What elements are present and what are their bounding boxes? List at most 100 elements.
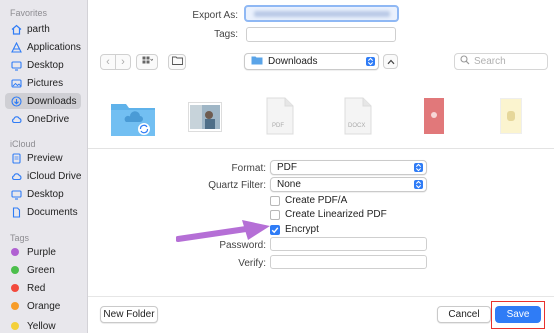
sidebar-item-label: Applications: [27, 41, 81, 53]
sidebar-tag-red[interactable]: Red: [5, 280, 81, 296]
sidebar-item-label: Documents: [27, 206, 78, 218]
sidebar-item-label: Red: [27, 282, 46, 294]
sidebar-item-documents[interactable]: Documents: [5, 204, 81, 220]
verify-field[interactable]: [270, 255, 427, 269]
tags-label: Tags:: [214, 29, 238, 40]
downloads-icon: [11, 95, 22, 107]
sidebar-item-label: Pictures: [27, 77, 64, 89]
view-mode-button[interactable]: [136, 54, 158, 70]
quartz-filter-value: None: [277, 179, 301, 190]
file-item-image[interactable]: [188, 102, 222, 132]
location-label: Downloads: [268, 56, 318, 67]
illustration-icon: [507, 111, 515, 121]
search-icon: [460, 55, 470, 68]
folder-add-icon: [171, 56, 183, 68]
document-icon: [11, 206, 22, 218]
cancel-button[interactable]: Cancel: [437, 306, 491, 323]
sidebar-tag-green[interactable]: Green: [5, 262, 81, 278]
sidebar-item-label: Preview: [27, 152, 63, 164]
sidebar-item-label: Orange: [27, 300, 61, 312]
quartz-filter-popup[interactable]: None: [270, 177, 427, 192]
main-panel: Export As: Tags: ‹ › Downloads Search PD…: [88, 0, 554, 333]
create-pdfa-label: Create PDF/A: [285, 195, 348, 206]
quartz-filter-label: Quartz Filter:: [208, 180, 266, 191]
search-placeholder: Search: [474, 56, 506, 67]
sidebar-item-downloads[interactable]: Downloads: [5, 93, 81, 109]
sidebar-item-preview[interactable]: Preview: [5, 150, 81, 166]
stepper-icon: [414, 180, 423, 189]
desktop-icon: [11, 60, 22, 71]
divider: [88, 148, 554, 149]
sidebar-item-label: OneDrive: [27, 113, 70, 125]
sidebar-item-applications[interactable]: Applications: [5, 39, 81, 55]
format-popup[interactable]: PDF: [270, 160, 427, 175]
encrypt-option[interactable]: Encrypt: [270, 224, 319, 235]
icloud-drive-icon: [11, 171, 22, 182]
sidebar-item-desktop[interactable]: Desktop: [5, 57, 81, 73]
sidebar-item-icloud-desktop[interactable]: Desktop: [5, 186, 81, 202]
sidebar-item-label: Green: [27, 264, 55, 276]
create-linearized-option[interactable]: Create Linearized PDF: [270, 209, 387, 220]
home-icon: [11, 24, 22, 35]
tag-yellow-dot: [11, 322, 19, 330]
nav-buttons: ‹ ›: [100, 54, 131, 70]
collapse-button[interactable]: [383, 54, 398, 69]
sidebar-item-label: parth: [27, 23, 50, 35]
footer-divider: [88, 296, 554, 297]
folder-thumbnail-icon: [111, 104, 155, 136]
save-button[interactable]: Save: [495, 306, 541, 323]
grid-view-icon: [142, 56, 153, 68]
chevron-up-icon: [387, 56, 395, 68]
chevron-left-icon: ‹: [106, 56, 110, 68]
cloud-icon: [11, 114, 22, 125]
blurred-filename: [254, 11, 390, 17]
password-field[interactable]: [270, 237, 427, 251]
file-type-label: PDF: [272, 123, 284, 129]
sidebar: Favorites parth Applications Desktop Pic…: [0, 0, 88, 333]
save-dialog: { "sidebar": { "favorites_header": "Favo…: [0, 0, 554, 333]
back-button[interactable]: ‹: [101, 55, 116, 69]
create-pdfa-checkbox[interactable]: [270, 195, 280, 206]
encrypt-label: Encrypt: [285, 224, 319, 235]
location-popup[interactable]: Downloads: [244, 53, 379, 70]
create-pdfa-option[interactable]: Create PDF/A: [270, 195, 347, 206]
sidebar-item-pictures[interactable]: Pictures: [5, 75, 81, 91]
sidebar-header-tags: Tags: [10, 233, 30, 243]
sidebar-tag-yellow[interactable]: Yellow: [5, 318, 81, 333]
file-item-yellow-document[interactable]: [500, 98, 522, 134]
sidebar-item-label: Purple: [27, 246, 56, 258]
format-value: PDF: [277, 162, 297, 173]
pictures-icon: [11, 78, 22, 89]
tag-red-dot: [11, 284, 19, 292]
verify-label: Verify:: [238, 258, 266, 269]
export-as-input[interactable]: [244, 5, 399, 22]
tag-purple-dot: [11, 248, 19, 256]
file-item-red-document[interactable]: [424, 98, 444, 134]
file-item-pdf[interactable]: PDF: [266, 97, 294, 135]
chevron-right-icon: ›: [121, 56, 125, 68]
tags-input[interactable]: [246, 27, 396, 42]
image-thumbnail-icon: [190, 105, 220, 129]
file-item-folder[interactable]: [110, 98, 156, 138]
new-folder-button[interactable]: New Folder: [100, 306, 158, 323]
sidebar-tag-orange[interactable]: Orange: [5, 298, 81, 314]
sidebar-tag-purple[interactable]: Purple: [5, 244, 81, 260]
preview-icon: [11, 152, 22, 164]
format-label: Format:: [231, 163, 266, 174]
pdf-file-icon: [266, 97, 294, 135]
sidebar-item-parth[interactable]: parth: [5, 21, 81, 37]
export-as-label: Export As:: [192, 10, 238, 21]
sidebar-header-favorites: Favorites: [10, 8, 48, 18]
sidebar-item-onedrive[interactable]: OneDrive: [5, 111, 81, 127]
sidebar-item-label: Downloads: [27, 95, 77, 107]
search-field[interactable]: Search: [454, 53, 548, 70]
folder-icon: [251, 55, 263, 68]
new-folder-icon-button[interactable]: [168, 54, 186, 70]
sidebar-item-icloud-drive[interactable]: iCloud Drive: [5, 168, 81, 184]
file-item-docx[interactable]: DOCX: [344, 97, 372, 135]
forward-button[interactable]: ›: [116, 55, 130, 69]
stepper-icon: [414, 163, 423, 172]
tag-green-dot: [11, 266, 19, 274]
save-label: Save: [506, 309, 530, 320]
docx-file-icon: [344, 97, 372, 135]
